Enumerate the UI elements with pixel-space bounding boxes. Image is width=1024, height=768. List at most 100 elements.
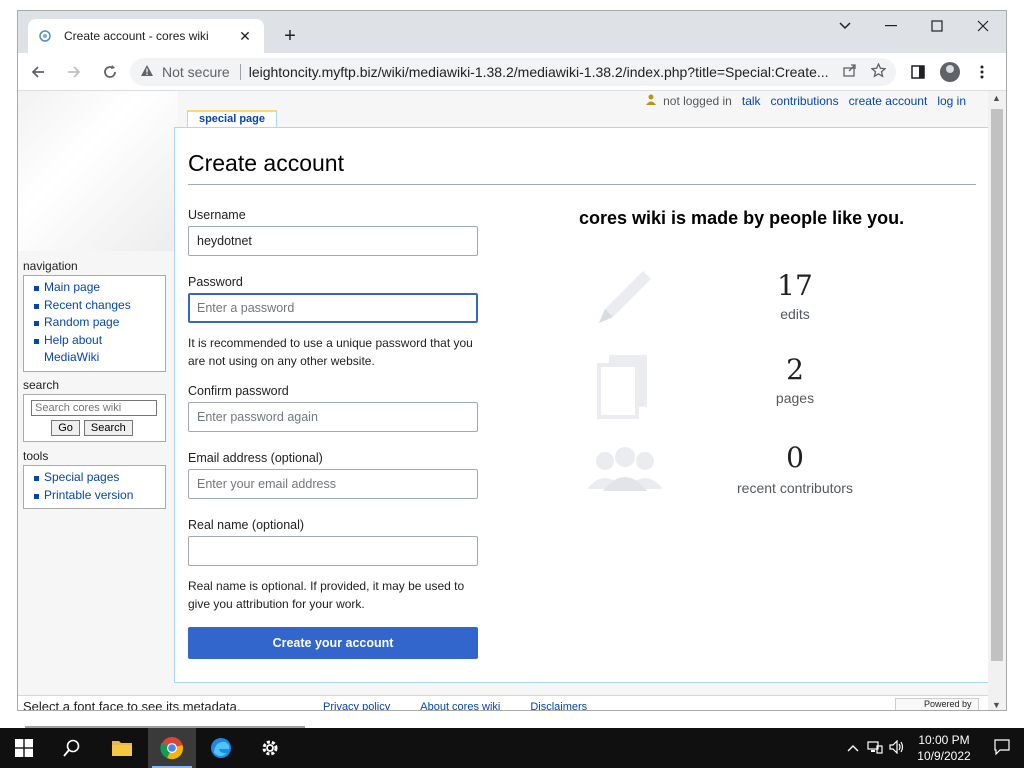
search-box: Go Search	[23, 394, 166, 442]
main-content: Create account Username heydotnet Passwo…	[174, 127, 988, 683]
help-label-cont: MediaWiki	[44, 350, 100, 364]
powered-by-badge[interactable]: Powered by	[895, 698, 979, 710]
desktop: Create account - cores wiki ✕ + Not secu…	[0, 0, 1024, 768]
user-icon	[645, 93, 657, 108]
sidebar-item-special-pages[interactable]: Special pages	[32, 469, 161, 487]
sidebar-item-random-page[interactable]: Random page	[32, 314, 161, 332]
search-input[interactable]	[31, 400, 157, 416]
not-logged-in-label: not logged in	[663, 93, 732, 108]
contributions-link[interactable]: contributions	[771, 94, 839, 108]
password-hint: It is recommended to use a unique passwo…	[188, 336, 473, 368]
contributors-label: recent contributors	[737, 480, 853, 496]
navigation-list-box: Main page Recent changes Random page Hel…	[23, 275, 166, 372]
profile-icon	[940, 62, 960, 82]
tab-special-page[interactable]: special page	[187, 110, 277, 128]
scroll-thumb[interactable]	[991, 109, 1003, 661]
about-link[interactable]: About cores wiki	[420, 701, 500, 710]
wiki-favicon-icon	[38, 29, 52, 43]
side-panel-icon[interactable]	[902, 57, 934, 87]
talk-link[interactable]: talk	[742, 94, 761, 108]
start-button[interactable]	[0, 728, 48, 768]
password-field[interactable]: Enter a password	[188, 293, 478, 323]
go-button[interactable]: Go	[51, 420, 80, 436]
page-viewport: not logged in talk contributions create …	[18, 91, 988, 711]
edits-count: 17	[777, 269, 813, 302]
chrome-icon[interactable]	[148, 728, 196, 768]
sidebar-item-recent-changes[interactable]: Recent changes	[32, 297, 161, 315]
not-secure-label[interactable]: Not secure	[162, 64, 230, 80]
profile-avatar[interactable]	[934, 57, 966, 87]
search-button[interactable]: Search	[83, 420, 133, 436]
tab-close-icon[interactable]: ✕	[236, 28, 254, 45]
minimize-button[interactable]	[868, 11, 914, 41]
page-scrollbar[interactable]: ▲ ▼	[988, 91, 1006, 710]
pages-count: 2	[786, 353, 804, 386]
edits-label: edits	[780, 306, 810, 322]
navigation-title: navigation	[23, 259, 78, 273]
email-label: Email address (optional)	[188, 451, 323, 465]
benefits-panel: cores wiki is made by people like you. 1…	[575, 208, 975, 496]
taskbar: 10:00 PM 10/9/2022	[0, 728, 1024, 768]
notifications-icon[interactable]	[980, 738, 1024, 758]
log-in-link[interactable]: log in	[937, 94, 966, 108]
personal-tools: not logged in talk contributions create …	[645, 93, 966, 108]
username-field[interactable]: heydotnet	[188, 226, 478, 256]
benefit-pages: 2 pages	[575, 353, 975, 433]
settings-gear-icon[interactable]	[246, 728, 294, 768]
menu-kebab-icon[interactable]	[966, 57, 998, 87]
reload-button[interactable]	[94, 56, 126, 88]
confirm-password-field[interactable]: Enter password again	[188, 402, 478, 432]
password-label: Password	[188, 275, 243, 289]
address-bar[interactable]: Not secure leightoncity.myftp.biz/wiki/m…	[130, 58, 896, 86]
title-divider	[188, 184, 976, 185]
users-icon	[585, 443, 665, 513]
browser-tab[interactable]: Create account - cores wiki ✕	[28, 19, 264, 53]
maximize-button[interactable]	[914, 11, 960, 41]
real-name-field[interactable]	[188, 536, 478, 566]
clock-date: 10/9/2022	[917, 749, 971, 763]
share-icon[interactable]	[843, 63, 857, 81]
warning-triangle-icon[interactable]	[140, 64, 154, 80]
tab-title: Create account - cores wiki	[64, 29, 209, 43]
tools-title: tools	[23, 449, 49, 463]
window-controls	[822, 11, 1006, 41]
create-account-button[interactable]: Create your account	[188, 627, 478, 659]
tab-strip: Create account - cores wiki ✕ +	[18, 11, 1006, 53]
sidebar-item-printable-version[interactable]: Printable version	[32, 487, 161, 505]
navigation-portal: navigation Main page Recent changes Rand…	[23, 259, 166, 372]
network-icon[interactable]	[864, 740, 886, 757]
tab-search-chevron-icon[interactable]	[822, 11, 868, 41]
sidebar-item-main-page[interactable]: Main page	[32, 279, 161, 297]
show-hidden-icons-chevron-icon[interactable]	[842, 741, 864, 755]
disclaimers-link[interactable]: Disclaimers	[530, 701, 587, 710]
taskbar-search-icon[interactable]	[48, 728, 96, 768]
back-button[interactable]	[22, 56, 54, 88]
privacy-policy-link[interactable]: Privacy policy	[323, 701, 390, 710]
clock-time: 10:00 PM	[918, 733, 970, 747]
email-field[interactable]: Enter your email address	[188, 469, 478, 499]
create-account-link[interactable]: create account	[849, 94, 928, 108]
new-tab-button[interactable]: +	[278, 25, 302, 47]
clock[interactable]: 10:00 PM 10/9/2022	[908, 732, 980, 764]
edge-icon[interactable]	[197, 728, 245, 768]
overlay-text: Select a font face to see its metadata.	[23, 699, 241, 711]
wiki-logo[interactable]	[18, 91, 178, 251]
confirm-password-label: Confirm password	[188, 384, 289, 398]
help-label: Help about	[44, 332, 103, 347]
bookmark-star-icon[interactable]	[870, 61, 887, 82]
page-footer: Select a font face to see its metadata. …	[18, 695, 988, 711]
close-window-button[interactable]	[960, 11, 1006, 41]
scroll-up-icon[interactable]: ▲	[992, 93, 1001, 103]
benefits-heading: cores wiki is made by people like you.	[579, 208, 905, 228]
search-portal: search Go Search	[23, 378, 166, 442]
url-text[interactable]: leightoncity.myftp.biz/wiki/mediawiki-1.…	[249, 64, 829, 80]
volume-icon[interactable]	[886, 739, 908, 757]
tools-portal: tools Special pages Printable version	[23, 449, 166, 509]
browser-toolbar: Not secure leightoncity.myftp.biz/wiki/m…	[18, 53, 1006, 91]
create-account-form: Username heydotnet Password Enter a pass…	[188, 208, 478, 659]
file-explorer-icon[interactable]	[98, 728, 146, 768]
scroll-down-icon[interactable]: ▼	[992, 700, 1001, 710]
page-title: Create account	[188, 150, 344, 176]
forward-button[interactable]	[58, 56, 90, 88]
sidebar-item-help[interactable]: Help about MediaWiki	[32, 332, 161, 367]
